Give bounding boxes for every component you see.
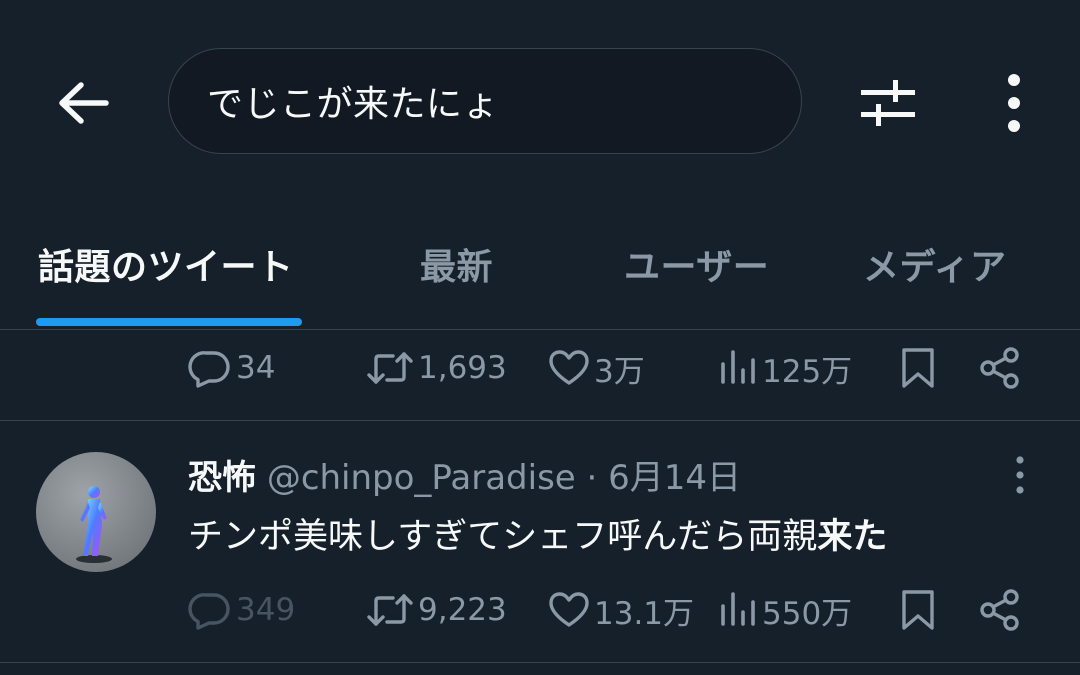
like-count: 3万 bbox=[594, 353, 645, 390]
tweet-divider bbox=[0, 662, 1080, 663]
views-icon bbox=[721, 592, 755, 626]
views-button[interactable]: 550万 bbox=[718, 580, 852, 640]
share-icon bbox=[980, 589, 1019, 631]
bookmark-button[interactable] bbox=[898, 580, 938, 640]
views-button[interactable]: 125万 bbox=[718, 338, 852, 398]
search-input[interactable]: でじこが来たにょ bbox=[168, 48, 802, 154]
avatar-figure-image bbox=[76, 486, 112, 563]
active-tab-indicator bbox=[36, 318, 302, 326]
tweet-date[interactable]: 6月14日 bbox=[608, 458, 741, 498]
reply-icon bbox=[188, 593, 230, 630]
retweet-button[interactable]: 9,223 bbox=[366, 580, 507, 640]
tabs-divider bbox=[0, 329, 1080, 330]
share-icon bbox=[980, 347, 1019, 389]
tweet-more-button[interactable] bbox=[1004, 452, 1036, 498]
retweet-icon bbox=[367, 352, 413, 384]
more-vertical-icon bbox=[1016, 456, 1024, 494]
heart-icon bbox=[549, 592, 589, 627]
retweet-button[interactable]: 1,693 bbox=[366, 338, 507, 398]
tweet-text: チンポ美味しすぎてシェフ呼んだら両親来た bbox=[188, 508, 887, 559]
sliders-icon bbox=[861, 80, 915, 126]
back-button[interactable] bbox=[50, 72, 116, 134]
like-count: 13.1万 bbox=[594, 595, 695, 632]
search-tabs: 話題のツイート 最新 ユーザー メディア bbox=[0, 210, 1080, 328]
author-name[interactable]: 恐怖 bbox=[188, 458, 256, 498]
bookmark-icon bbox=[902, 590, 934, 630]
share-button[interactable] bbox=[978, 580, 1022, 640]
retweet-count: 9,223 bbox=[418, 592, 507, 628]
more-options-button[interactable] bbox=[990, 68, 1038, 138]
tweet-divider bbox=[0, 420, 1080, 421]
search-filter-button[interactable] bbox=[852, 72, 924, 134]
tab-latest[interactable]: 最新 bbox=[420, 238, 493, 290]
header-separator: · bbox=[586, 458, 598, 498]
share-button[interactable] bbox=[978, 338, 1022, 398]
like-button[interactable]: 3万 bbox=[548, 338, 645, 398]
reply-button[interactable]: 34 bbox=[188, 338, 275, 398]
reply-count: 349 bbox=[236, 592, 296, 628]
like-button[interactable]: 13.1万 bbox=[548, 580, 694, 640]
tweet-text-highlight: 来た bbox=[817, 517, 888, 557]
retweet-count: 1,693 bbox=[418, 350, 507, 386]
tweet-action-bar: 34 1,693 3万 125万 bbox=[0, 338, 1080, 398]
reply-count: 34 bbox=[236, 350, 276, 386]
reply-button[interactable]: 349 bbox=[188, 580, 295, 640]
avatar[interactable] bbox=[36, 452, 156, 572]
retweet-icon bbox=[367, 594, 413, 626]
heart-icon bbox=[549, 350, 589, 385]
tweet-text-plain: チンポ美味しすぎてシェフ呼んだら両親 bbox=[188, 517, 818, 557]
views-count: 550万 bbox=[762, 595, 853, 632]
tweet-action-bar: 349 9,223 13.1万 550万 bbox=[0, 580, 1080, 640]
tab-media[interactable]: メディア bbox=[863, 238, 1006, 290]
bookmark-icon bbox=[902, 348, 934, 388]
arrow-left-icon bbox=[59, 82, 109, 124]
tweet-header: 恐怖 @chinpo_Paradise · 6月14日 bbox=[188, 450, 741, 499]
views-icon bbox=[721, 350, 755, 384]
more-vertical-icon bbox=[1008, 74, 1020, 132]
search-query-text: でじこが来たにょ bbox=[207, 84, 500, 125]
top-bar: でじこが来たにょ bbox=[0, 0, 1080, 200]
tab-people[interactable]: ユーザー bbox=[624, 238, 769, 290]
views-count: 125万 bbox=[762, 353, 853, 390]
author-handle[interactable]: @chinpo_Paradise bbox=[267, 458, 576, 498]
reply-icon bbox=[188, 351, 230, 388]
tab-top[interactable]: 話題のツイート bbox=[38, 238, 294, 290]
bookmark-button[interactable] bbox=[898, 338, 938, 398]
